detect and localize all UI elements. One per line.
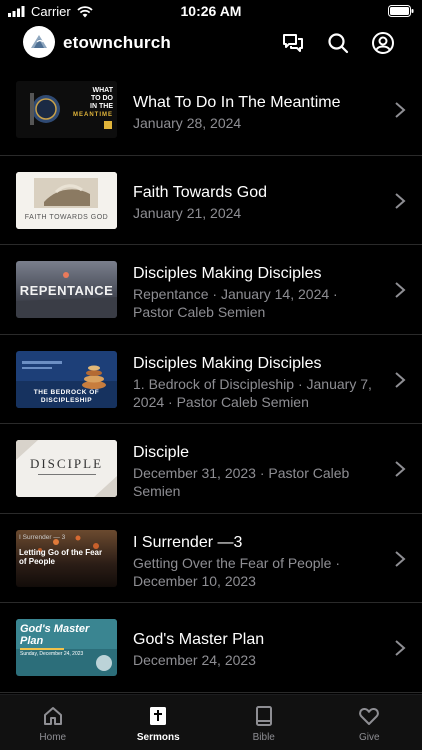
sermon-subtitle: Repentance · January 14, 2024 · Pastor C… (133, 286, 338, 320)
tab-label: Bible (252, 732, 275, 743)
tab-label: Home (39, 732, 67, 743)
chevron-right-icon (395, 550, 406, 567)
sermon-row[interactable]: God's Master Plan Sunday, December 24, 2… (0, 603, 422, 693)
sermons-icon (150, 707, 167, 725)
search-button[interactable] (325, 30, 351, 56)
church-logo[interactable] (23, 26, 55, 58)
sermon-text: Disciples Making Disciples Repentance · … (133, 264, 382, 321)
sermon-row[interactable]: WHAT TO DO IN THE MEANTIME What To Do In… (0, 66, 422, 156)
tab-bible[interactable]: Bible (211, 695, 317, 750)
logo-icon (31, 35, 47, 48)
tab-label: Sermons (136, 732, 180, 743)
sermon-subtitle: December 31, 2023 · Pastor Caleb Semien (133, 465, 350, 499)
sermon-title: Disciple (133, 444, 190, 461)
thumb-text: Plan (20, 635, 44, 647)
sermon-title: What To Do In The Meantime (133, 94, 341, 111)
sermon-title: I Surrender —3 (133, 533, 243, 551)
chevron-right-icon (395, 371, 406, 388)
thumb-text: TO DO (90, 95, 113, 102)
sermon-thumbnail: REPENTANCE (16, 261, 117, 318)
sermon-subtitle: January 21, 2024 (133, 204, 242, 221)
thumb-text: MEANTIME (73, 112, 113, 118)
sermon-subtitle: Getting Over the Fear of People · Decemb… (133, 554, 340, 589)
tab-label: Give (358, 732, 380, 743)
thumb-text: Sunday, December 24, 2023 (20, 651, 84, 657)
sermon-title: Disciples Making Disciples (133, 265, 322, 282)
sermon-title: Faith Towards God (133, 183, 267, 201)
sermon-subtitle: 1. Bedrock of Discipleship · January 7, … (133, 375, 372, 410)
sermon-row[interactable]: I Surrender — 3 Letting Go of the Fear o… (0, 514, 422, 603)
status-time: 10:26 AM (180, 3, 242, 19)
sermon-text: Faith Towards God January 21, 2024 (133, 183, 382, 222)
sermon-thumbnail: THE BEDROCK OF DISCIPLESHIP (16, 350, 117, 408)
sermon-row[interactable]: REPENTANCE Disciples Making Disciples Re… (0, 245, 422, 335)
sermon-thumbnail: WHAT TO DO IN THE MEANTIME (16, 81, 117, 138)
thumb-text: DISCIPLE (29, 456, 104, 471)
sermon-subtitle: January 28, 2024 (133, 115, 242, 131)
chat-button[interactable] (280, 30, 306, 56)
chevron-right-icon (395, 192, 406, 209)
sermon-thumbnail: FAITH TOWARDS GOD (16, 171, 117, 229)
profile-button[interactable] (370, 30, 396, 56)
chat-icon (283, 34, 303, 52)
sermon-text: God's Master Plan December 24, 2023 (133, 630, 382, 669)
tab-home[interactable]: Home (0, 695, 106, 750)
sermon-row[interactable]: THE BEDROCK OF DISCIPLESHIP Disciples Ma… (0, 335, 422, 424)
app-header: etownchurch (0, 24, 422, 64)
status-bar: Carrier 10:26 AM (0, 0, 422, 22)
home-icon (43, 707, 62, 725)
thumb-text: THE BEDROCK OF (33, 388, 100, 396)
thumb-text: WHAT (92, 87, 113, 94)
search-icon (328, 33, 349, 54)
sermon-text: I Surrender —3 Getting Over the Fear of … (133, 533, 382, 590)
thumb-text: I Surrender — 3 (19, 533, 66, 541)
chevron-right-icon (395, 282, 406, 298)
sermon-list: WHAT TO DO IN THE MEANTIME What To Do In… (0, 66, 422, 693)
sermon-thumbnail: DISCIPLE (16, 440, 117, 497)
sermon-title: God's Master Plan (133, 631, 265, 648)
chevron-right-icon (395, 102, 406, 118)
thumb-text: Letting Go of the Fear (19, 547, 103, 557)
sermon-title: Disciples Making Disciples (133, 354, 322, 372)
sermon-text: Disciple December 31, 2023 · Pastor Cale… (133, 443, 382, 500)
sermon-text: What To Do In The Meantime January 28, 2… (133, 93, 382, 132)
thumb-text: IN THE (90, 103, 113, 110)
sermon-text: Disciples Making Disciples 1. Bedrock of… (133, 354, 382, 411)
sermon-row[interactable]: DISCIPLE Disciple December 31, 2023 · Pa… (0, 424, 422, 514)
sermon-subtitle: December 24, 2023 (133, 652, 256, 668)
tab-give[interactable]: Give (317, 695, 422, 750)
thumb-text: God's Master (20, 623, 90, 635)
profile-icon (372, 32, 394, 54)
heart-icon (359, 707, 380, 725)
thumb-text: of People (19, 556, 56, 566)
thumb-text: FAITH TOWARDS GOD (24, 213, 109, 221)
app-title: etownchurch (63, 33, 171, 52)
thumb-text: REPENTANCE (19, 283, 114, 298)
bible-icon (255, 706, 272, 726)
thumb-text: DISCIPLESHIP (40, 396, 93, 404)
sermon-thumbnail: I Surrender — 3 Letting Go of the Fear o… (16, 529, 117, 587)
sermon-row[interactable]: FAITH TOWARDS GOD Faith Towards God Janu… (0, 156, 422, 245)
chevron-right-icon (395, 461, 406, 477)
tab-bar: Home Sermons Bible Give (0, 694, 422, 750)
chevron-right-icon (395, 640, 406, 656)
battery-icon (388, 4, 414, 22)
sermon-thumbnail: God's Master Plan Sunday, December 24, 2… (16, 619, 117, 676)
tab-sermons[interactable]: Sermons (106, 695, 212, 750)
